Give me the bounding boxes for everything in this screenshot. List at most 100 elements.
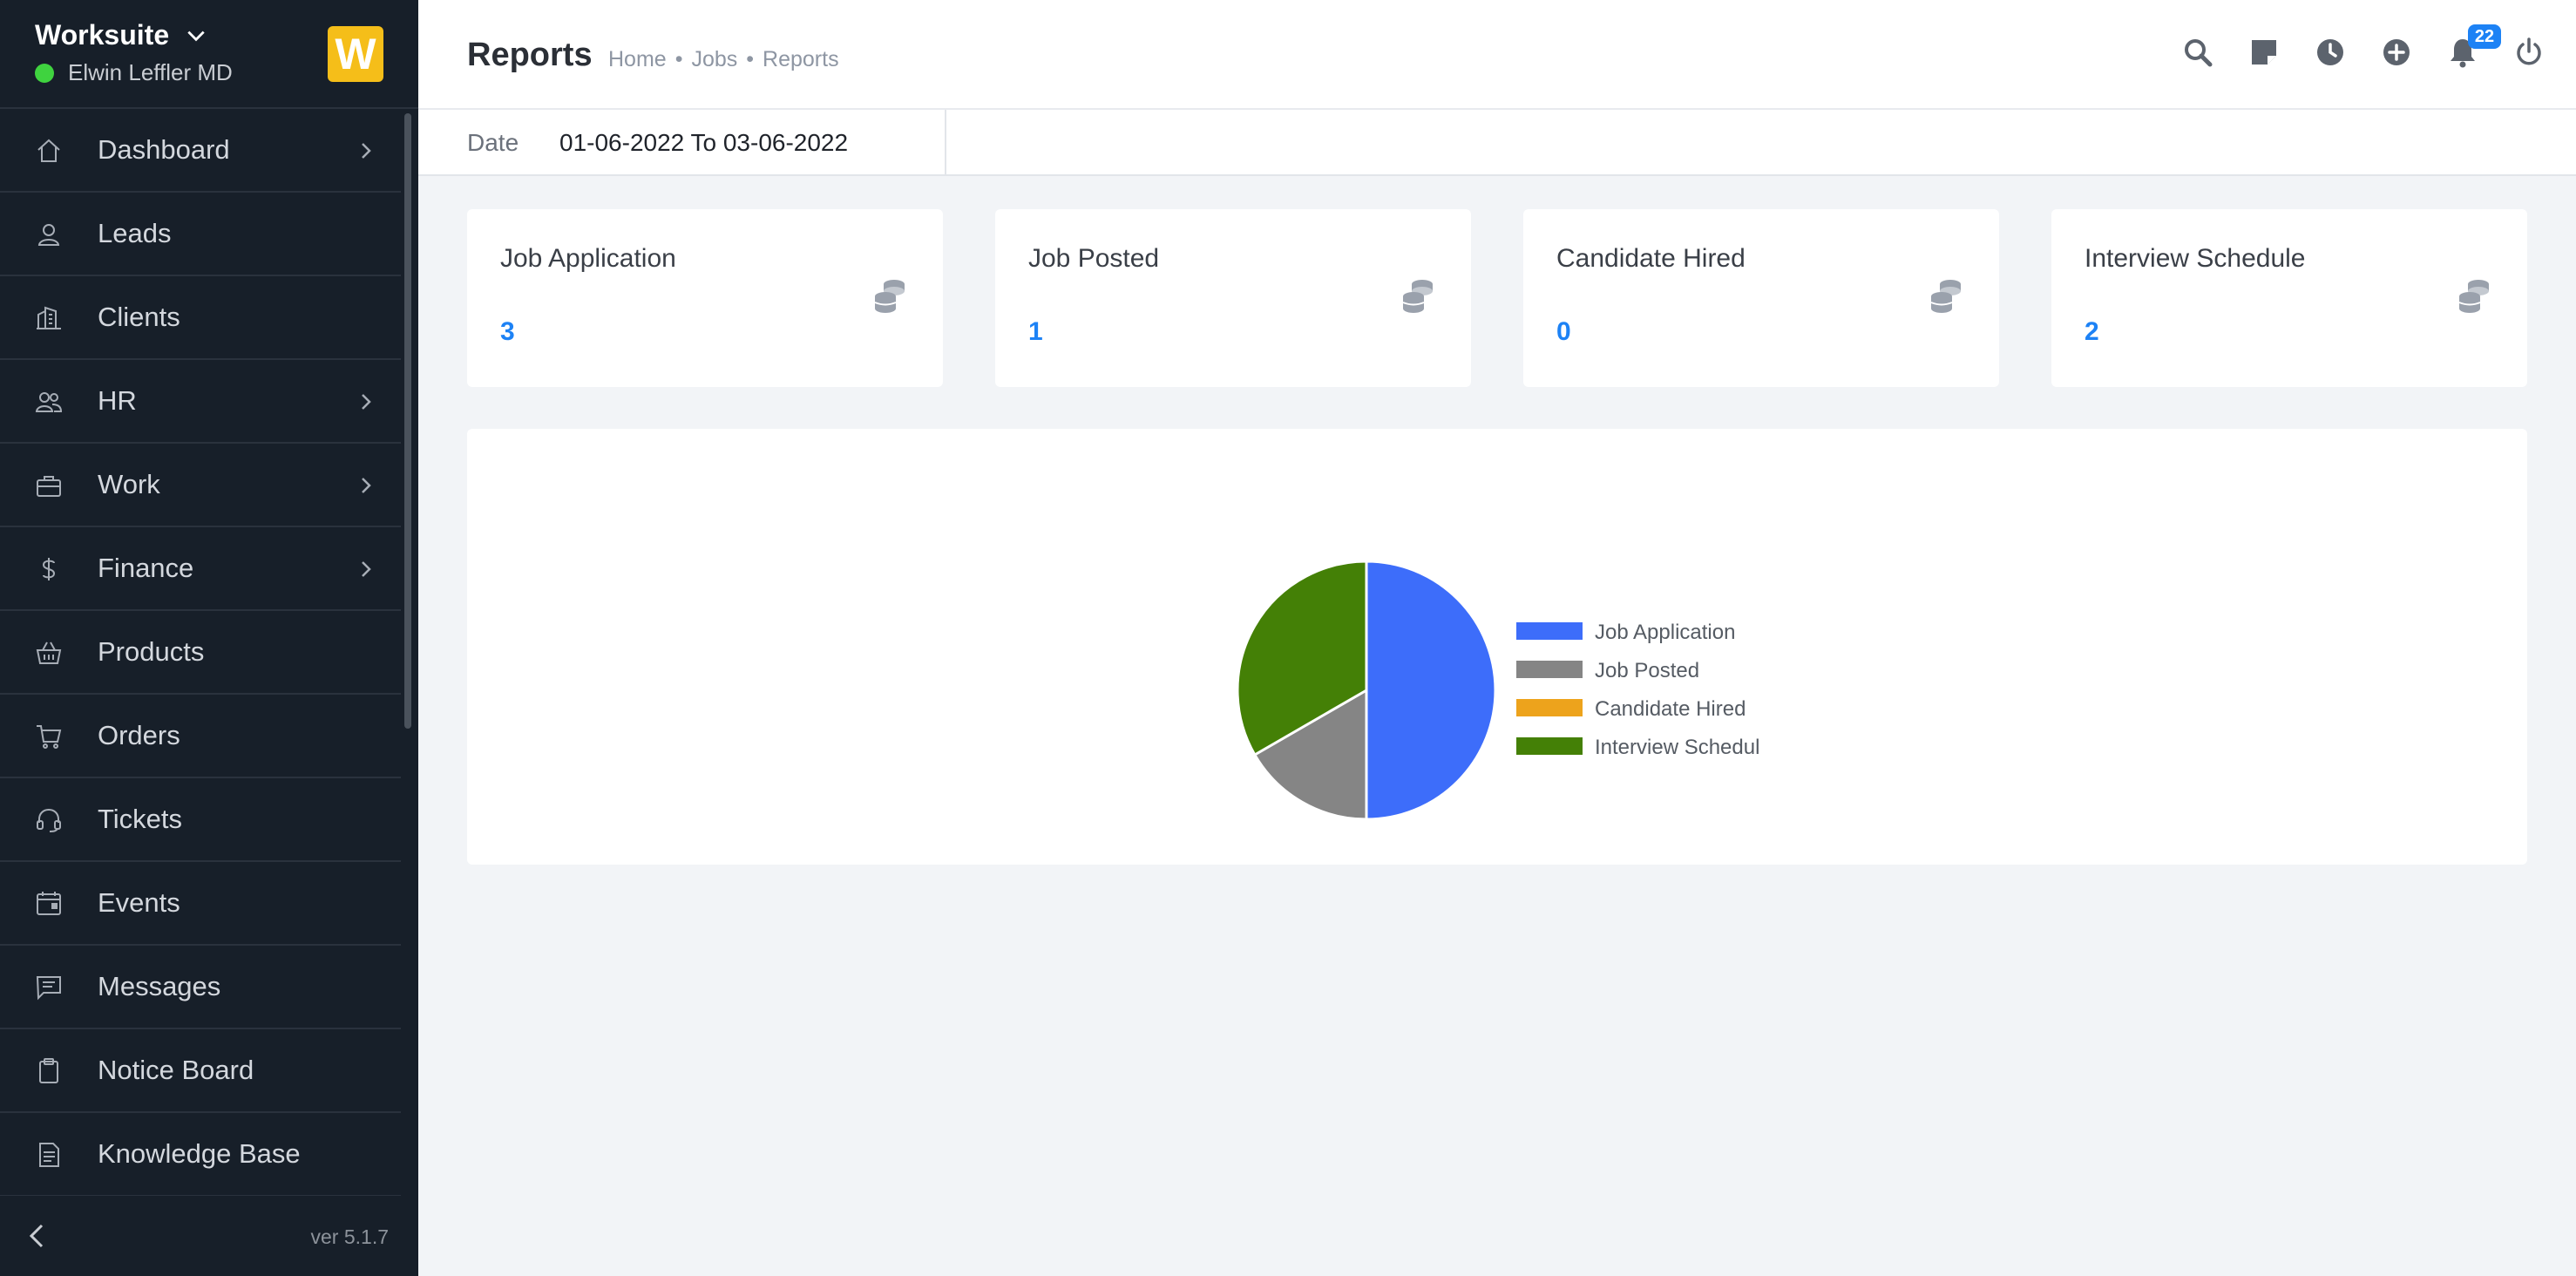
message-icon	[35, 974, 63, 1001]
document-icon	[35, 1141, 63, 1169]
sidebar-item-label: Tickets	[98, 804, 183, 834]
sidebar-item-label: Orders	[98, 720, 180, 750]
pie-slice-job-application[interactable]	[1365, 560, 1497, 821]
legend-swatch	[1516, 661, 1583, 678]
clock-icon	[2317, 39, 2343, 65]
sidebar-item-label: Dashboard	[98, 134, 230, 165]
logout-button[interactable]	[2513, 37, 2545, 68]
sidebar-item-dashboard[interactable]: Dashboard	[0, 109, 401, 193]
sidebar-item-label: Notice Board	[98, 1055, 254, 1085]
sidebar-item-label: Products	[98, 636, 205, 667]
notifications-button[interactable]: 22	[2447, 24, 2501, 68]
legend-label: Candidate Hired	[1595, 697, 1746, 721]
legend-item-job-posted[interactable]: Job Posted	[1516, 659, 1699, 682]
sidebar-item-hr[interactable]: HR	[0, 360, 401, 444]
sidebar-item-label: Messages	[98, 971, 221, 1001]
basket-icon	[35, 639, 63, 667]
power-icon	[2517, 37, 2541, 65]
date-filter-label: Date	[467, 129, 519, 156]
top-header: Reports Home • Jobs • Reports 22	[418, 0, 2576, 110]
job-report-chart-panel: Job Application Job Posted Candidate Hired…	[467, 429, 2527, 865]
headset-icon	[35, 806, 63, 834]
clipboard-icon	[35, 1057, 63, 1085]
stat-card-value: 0	[1556, 317, 1571, 346]
workspace-switcher[interactable]: Worksuite	[35, 19, 207, 51]
calendar-icon	[35, 890, 63, 918]
brand-header: Worksuite Elwin Leffler MD W	[0, 0, 418, 109]
sidebar-item-leads[interactable]: Leads	[0, 193, 401, 276]
sidebar-item-notice-board[interactable]: Notice Board	[0, 1029, 401, 1113]
chevron-right-icon	[357, 391, 375, 412]
date-range-input[interactable]: 01-06-2022 To 03-06-2022	[559, 129, 848, 157]
page-title: Reports	[467, 37, 593, 73]
legend-item-interview-schedule[interactable]: Interview Schedul	[1516, 736, 1759, 759]
timer-button[interactable]	[2315, 37, 2346, 68]
breadcrumb: Home • Jobs • Reports	[608, 47, 839, 72]
legend-label: Interview Schedul	[1595, 736, 1759, 759]
stat-card-value: 1	[1028, 317, 1043, 346]
sidebar-item-label: Clients	[98, 302, 180, 332]
stat-card-interview-schedule: Interview Schedule 2	[2051, 209, 2527, 387]
sidebar-item-events[interactable]: Events	[0, 862, 401, 946]
stat-card-job-posted: Job Posted 1	[995, 209, 1471, 387]
sticky-note-icon	[2252, 40, 2276, 64]
dollar-icon	[35, 555, 63, 583]
sidebar-footer: ver 5.1.7	[0, 1196, 418, 1276]
sidebar-menu: Dashboard Leads Clients HR Work Finance Produc…	[0, 109, 401, 1197]
user-name: Elwin Leffler MD	[68, 59, 233, 85]
search-button[interactable]	[2182, 37, 2213, 68]
coins-icon	[871, 277, 908, 314]
chevron-right-icon	[357, 140, 375, 161]
filter-bar: Date 01-06-2022 To 03-06-2022	[418, 110, 2576, 176]
brand-name: Worksuite	[35, 19, 170, 51]
sidebar-scrollbar[interactable]	[404, 113, 411, 729]
people-icon	[35, 388, 63, 416]
breadcrumb-home[interactable]: Home	[608, 47, 667, 72]
sidebar-item-knowledge-base[interactable]: Knowledge Base	[0, 1113, 401, 1197]
breadcrumb-reports: Reports	[763, 47, 839, 71]
stat-card-value: 2	[2085, 317, 2099, 346]
legend-swatch	[1516, 622, 1583, 640]
stat-card-job-application: Job Application 3	[467, 209, 943, 387]
coins-icon	[2456, 277, 2492, 314]
filter-divider	[945, 110, 946, 176]
sidebar-item-orders[interactable]: Orders	[0, 695, 401, 778]
coins-icon	[1400, 277, 1436, 314]
breadcrumb-jobs[interactable]: Jobs	[691, 47, 737, 72]
sidebar-item-work[interactable]: Work	[0, 444, 401, 527]
sidebar-item-messages[interactable]: Messages	[0, 946, 401, 1029]
collapse-sidebar-button[interactable]	[24, 1222, 49, 1250]
building-icon	[35, 304, 63, 332]
chevron-right-icon	[357, 475, 375, 496]
app-version: ver 5.1.7	[310, 1225, 390, 1248]
legend-item-job-application[interactable]: Job Application	[1516, 621, 1735, 644]
chevron-down-icon	[187, 31, 205, 41]
stat-card-title: Interview Schedule	[2085, 244, 2306, 273]
user-icon	[35, 221, 63, 248]
sidebar-item-label: Leads	[98, 218, 172, 248]
online-status-icon	[35, 63, 54, 83]
sidebar-item-clients[interactable]: Clients	[0, 276, 401, 360]
breadcrumb-separator: •	[675, 47, 683, 71]
sidebar-item-products[interactable]: Products	[0, 611, 401, 695]
briefcase-icon	[35, 472, 63, 499]
legend-item-candidate-hired[interactable]: Candidate Hired	[1516, 697, 1746, 721]
sticky-notes-button[interactable]	[2248, 37, 2280, 68]
sidebar-item-finance[interactable]: Finance	[0, 527, 401, 611]
sidebar-item-label: HR	[98, 385, 137, 416]
legend-label: Job Posted	[1595, 659, 1699, 682]
header-actions: 22	[2182, 24, 2545, 68]
stat-card-title: Job Posted	[1028, 244, 1160, 273]
stat-card-candidate-hired: Candidate Hired 0	[1523, 209, 1999, 387]
current-user[interactable]: Elwin Leffler MD	[35, 59, 233, 86]
cart-icon	[35, 723, 63, 750]
sidebar-item-tickets[interactable]: Tickets	[0, 778, 401, 862]
sidebar: Worksuite Elwin Leffler MD W Dashboard Le…	[0, 0, 418, 1276]
home-icon	[35, 137, 63, 165]
plus-circle-icon	[2383, 39, 2410, 65]
sidebar-item-label: Work	[98, 469, 160, 499]
quick-add-button[interactable]	[2381, 37, 2412, 68]
breadcrumb-separator: •	[746, 47, 755, 71]
chevron-left-icon	[29, 1224, 44, 1248]
search-icon	[2185, 39, 2213, 67]
